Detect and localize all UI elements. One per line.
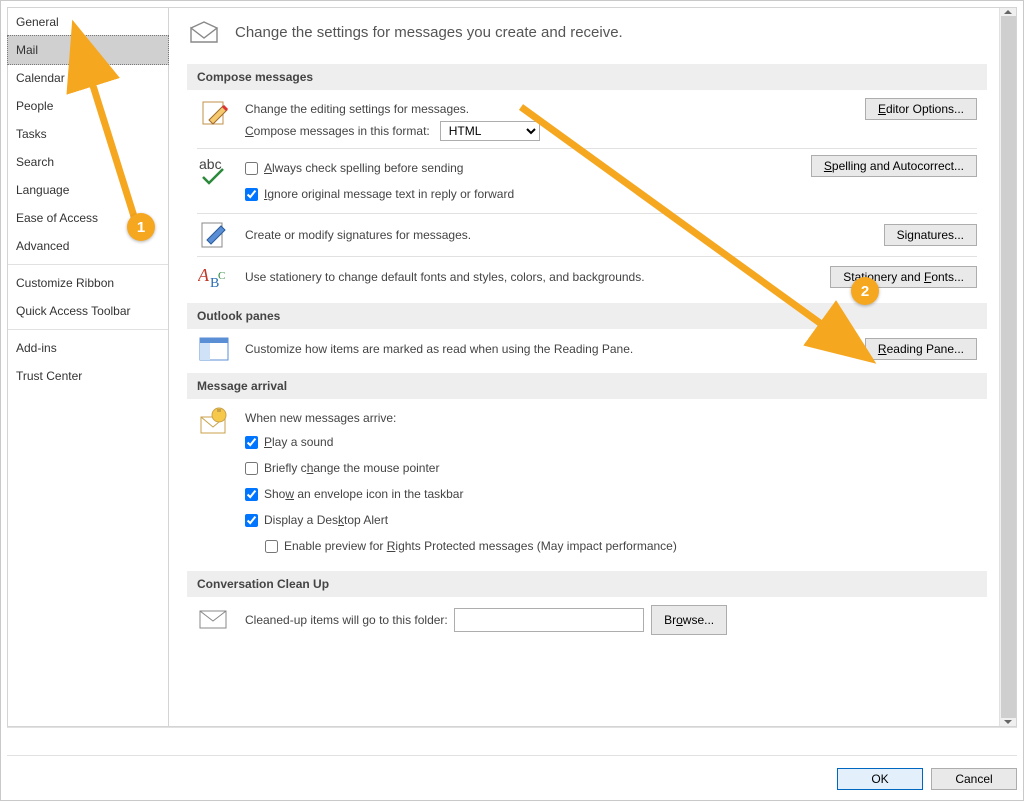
- reading-pane-icon: [197, 337, 231, 361]
- spellcheck-icon: abc: [197, 155, 231, 185]
- sidebar-item-language[interactable]: Language: [8, 176, 168, 204]
- options-sidebar: General Mail Calendar People Tasks Searc…: [7, 7, 169, 727]
- desktop-alert-checkbox[interactable]: Display a Desktop Alert: [245, 507, 977, 533]
- page-header: Change the settings for messages you cre…: [187, 8, 987, 60]
- svg-text:A: A: [198, 265, 210, 285]
- cleanup-browse-button[interactable]: Browse...: [651, 605, 727, 635]
- change-pointer-checkbox[interactable]: Briefly change the mouse pointer: [245, 455, 977, 481]
- section-panes-heading: Outlook panes: [187, 303, 987, 329]
- compose-edit-text: Change the editing settings for messages…: [245, 98, 851, 120]
- sidebar-item-general[interactable]: General: [8, 8, 168, 36]
- scroll-up-icon[interactable]: [1004, 10, 1012, 14]
- cleanup-folder-input[interactable]: [454, 608, 644, 632]
- vertical-scrollbar[interactable]: [999, 8, 1016, 726]
- sidebar-item-people[interactable]: People: [8, 92, 168, 120]
- cleanup-envelope-icon: [197, 610, 231, 630]
- sidebar-item-add-ins[interactable]: Add-ins: [8, 334, 168, 362]
- sidebar-item-calendar[interactable]: Calendar: [8, 64, 168, 92]
- stationery-fonts-button[interactable]: Stationery and Fonts...: [830, 266, 977, 288]
- sidebar-item-advanced[interactable]: Advanced: [8, 232, 168, 260]
- play-sound-checkbox[interactable]: Play a sound: [245, 429, 977, 455]
- stationery-text: Use stationery to change default fonts a…: [245, 266, 816, 288]
- sidebar-item-search[interactable]: Search: [8, 148, 168, 176]
- scroll-thumb[interactable]: [1001, 16, 1016, 718]
- page-title: Change the settings for messages you cre…: [235, 24, 623, 41]
- arrival-intro: When new messages arrive:: [245, 407, 977, 429]
- sidebar-item-ease-of-access[interactable]: Ease of Access: [8, 204, 168, 232]
- section-compose-heading: Compose messages: [187, 64, 987, 90]
- ok-button[interactable]: OK: [837, 768, 923, 790]
- cancel-button[interactable]: Cancel: [931, 768, 1017, 790]
- cleanup-folder-label: Cleaned-up items will go to this folder:: [245, 613, 448, 627]
- stationery-icon: ABC: [197, 263, 231, 291]
- compose-edit-icon: [197, 98, 231, 128]
- always-spellcheck-checkbox[interactable]: Always check spelling before sending: [245, 155, 797, 181]
- sidebar-item-quick-access-toolbar[interactable]: Quick Access Toolbar: [8, 297, 168, 325]
- enable-preview-checkbox[interactable]: Enable preview for Rights Protected mess…: [265, 533, 977, 559]
- scroll-down-icon[interactable]: [1004, 720, 1012, 724]
- sidebar-item-tasks[interactable]: Tasks: [8, 120, 168, 148]
- signature-icon: [197, 220, 231, 250]
- section-cleanup-heading: Conversation Clean Up: [187, 571, 987, 597]
- signatures-button[interactable]: Signatures...: [884, 224, 977, 246]
- mail-envelope-icon: [187, 20, 221, 44]
- section-arrival-heading: Message arrival: [187, 373, 987, 399]
- sidebar-item-mail[interactable]: Mail: [7, 35, 169, 65]
- signatures-text: Create or modify signatures for messages…: [245, 224, 870, 246]
- editor-options-button[interactable]: Editor Options...: [865, 98, 977, 120]
- envelope-icon-checkbox[interactable]: Show an envelope icon in the taskbar: [245, 481, 977, 507]
- options-content: Change the settings for messages you cre…: [169, 8, 999, 726]
- spelling-autocorrect-button[interactable]: Spelling and Autocorrect...: [811, 155, 977, 177]
- compose-format-select[interactable]: HTML: [440, 121, 540, 141]
- dialog-footer: OK Cancel: [7, 755, 1017, 790]
- svg-text:C: C: [218, 270, 225, 282]
- options-dialog: General Mail Calendar People Tasks Searc…: [0, 0, 1024, 801]
- svg-text:abc: abc: [199, 156, 222, 172]
- reading-pane-button[interactable]: Reading Pane...: [865, 338, 977, 360]
- message-arrival-icon: [197, 407, 231, 437]
- sidebar-item-customize-ribbon[interactable]: Customize Ribbon: [8, 269, 168, 297]
- reading-pane-text: Customize how items are marked as read w…: [245, 338, 851, 360]
- sidebar-item-trust-center[interactable]: Trust Center: [8, 362, 168, 390]
- compose-format-label: Compose messages in this format:: [245, 124, 430, 138]
- ignore-original-checkbox[interactable]: Ignore original message text in reply or…: [245, 181, 797, 207]
